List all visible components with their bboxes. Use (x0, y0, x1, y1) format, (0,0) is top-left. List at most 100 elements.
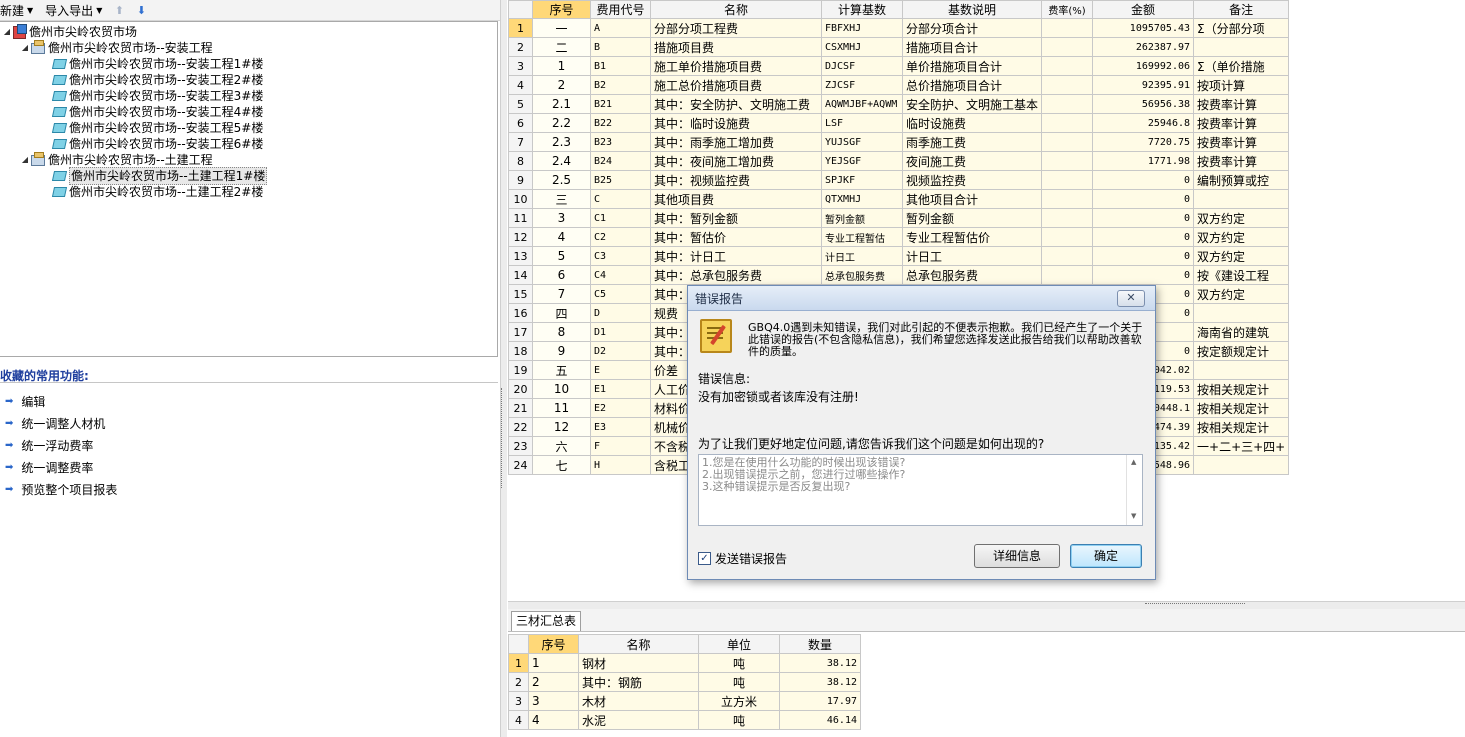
column-header[interactable]: 备注 (1193, 0, 1290, 19)
table-cell-code[interactable]: E3 (590, 417, 651, 437)
row-number[interactable]: 24 (508, 455, 533, 475)
tree-node-item[interactable]: 儋州市尖岭农贸市场--安装工程6#楼 (51, 136, 263, 152)
table-cell-rate[interactable] (1041, 208, 1094, 228)
table-cell-seq[interactable]: 4 (528, 710, 579, 730)
table-cell-amount[interactable]: 0 (1092, 265, 1195, 285)
table-cell-qty[interactable]: 17.97 (779, 691, 861, 711)
table-cell-desc[interactable]: 分部分项合计 (901, 18, 1043, 38)
table-cell-note[interactable]: 按相关规定计 (1193, 417, 1290, 437)
table-cell-seq[interactable]: 4 (532, 227, 591, 247)
table-cell-rate[interactable] (1041, 246, 1094, 266)
table-cell-note[interactable]: 双方约定 (1193, 208, 1290, 228)
column-header[interactable]: 金额 (1092, 0, 1195, 19)
table-cell-note[interactable]: 一+二+三+四+ (1193, 436, 1290, 456)
close-icon[interactable]: ✕ (1117, 290, 1145, 307)
favorite-item-edit[interactable]: ➡ 编辑 (5, 392, 45, 410)
table-cell-note[interactable] (1193, 37, 1290, 57)
row-number[interactable]: 2 (508, 672, 529, 692)
table-cell-desc[interactable]: 措施项目合计 (901, 37, 1043, 57)
table-cell-seq[interactable]: 1 (532, 56, 591, 76)
column-header[interactable]: 基数说明 (901, 0, 1043, 19)
table-cell-code[interactable]: C4 (590, 265, 651, 285)
column-header[interactable]: 数量 (779, 634, 861, 654)
table-row[interactable]: 13 5 C3 其中：计日工 计日工 计日工 0 双方约定 (508, 246, 1290, 266)
tree-node-civil[interactable]: ◢ 儋州市尖岭农贸市场--土建工程 (20, 151, 213, 168)
tree-node-item[interactable]: 儋州市尖岭农贸市场--安装工程2#楼 (51, 72, 263, 88)
table-row[interactable]: 2 二 B 措施项目费 CSXMHJ 措施项目合计 262387.97 (508, 37, 1290, 57)
table-cell-amount[interactable]: 92395.91 (1092, 75, 1195, 95)
ok-button[interactable]: 确定 (1070, 544, 1142, 568)
table-cell-desc[interactable]: 总价措施项目合计 (901, 75, 1043, 95)
row-number[interactable]: 18 (508, 341, 533, 361)
tree-node-item[interactable]: 儋州市尖岭农贸市场--安装工程4#楼 (51, 104, 263, 120)
table-cell-amount[interactable]: 262387.97 (1092, 37, 1195, 57)
table-cell-seq[interactable]: 12 (532, 417, 591, 437)
table-cell-desc[interactable]: 雨季施工费 (901, 132, 1043, 152)
table-cell-amount[interactable]: 0 (1092, 189, 1195, 209)
row-number[interactable]: 15 (508, 284, 533, 304)
table-cell-code[interactable]: C5 (590, 284, 651, 304)
table-cell-name[interactable]: 其中：安全防护、文明施工费 (650, 94, 822, 114)
table-cell-amount[interactable]: 0 (1092, 227, 1195, 247)
table-cell-name[interactable]: 其中：临时设施费 (650, 113, 822, 133)
table-cell-note[interactable]: 按定额规定计 (1193, 341, 1290, 361)
row-number[interactable]: 22 (508, 417, 533, 437)
table-cell-unit[interactable]: 立方米 (698, 691, 780, 711)
scroll-up-icon[interactable]: ▲ (1131, 458, 1136, 466)
table-cell-base[interactable]: ZJCSF (821, 75, 903, 95)
table-cell-seq[interactable]: 四 (532, 303, 591, 323)
table-cell-desc[interactable]: 夜间施工费 (901, 151, 1043, 171)
table-cell-seq[interactable]: 2.4 (532, 151, 591, 171)
table-cell-name[interactable]: 其中：视频监控费 (650, 170, 822, 190)
column-header[interactable]: 序号 (532, 0, 591, 19)
table-cell-desc[interactable]: 其他项目合计 (901, 189, 1043, 209)
table-row[interactable]: 2 2 其中：钢筋吨 38.12 (508, 672, 861, 692)
table-cell-code[interactable]: E (590, 360, 651, 380)
table-cell-note[interactable] (1193, 360, 1290, 380)
table-row[interactable]: 14 6 C4 其中：总承包服务费 总承包服务费 总承包服务费 0 按《建设工程 (508, 265, 1290, 285)
table-cell-seq[interactable]: 8 (532, 322, 591, 342)
table-cell-rate[interactable] (1041, 132, 1094, 152)
table-cell-base[interactable]: 计日工 (821, 246, 903, 266)
table-cell-name[interactable]: 钢材 (578, 653, 699, 673)
table-cell-name[interactable]: 施工单价措施项目费 (650, 56, 822, 76)
tree-node-item[interactable]: 儋州市尖岭农贸市场--土建工程2#楼 (51, 184, 263, 200)
table-cell-note[interactable]: 按费率计算 (1193, 113, 1290, 133)
table-cell-base[interactable]: YEJSGF (821, 151, 903, 171)
row-number[interactable]: 8 (508, 151, 533, 171)
table-row[interactable]: 12 4 C2 其中：暂估价 专业工程暂估 专业工程暂估价 0 双方约定 (508, 227, 1290, 247)
table-cell-code[interactable]: H (590, 455, 651, 475)
table-cell-unit[interactable]: 吨 (698, 710, 780, 730)
table-cell-seq[interactable]: 七 (532, 455, 591, 475)
table-cell-name[interactable]: 其他项目费 (650, 189, 822, 209)
table-cell-code[interactable]: D1 (590, 322, 651, 342)
table-cell-code[interactable]: C1 (590, 208, 651, 228)
splitter-grip[interactable] (1145, 603, 1245, 607)
table-cell-code[interactable]: B2 (590, 75, 651, 95)
favorite-item-adjust-rate[interactable]: ➡ 统一调整费率 (5, 458, 93, 476)
table-cell-seq[interactable]: 六 (532, 436, 591, 456)
collapse-icon[interactable]: ◢ (2, 24, 12, 40)
table-cell-code[interactable]: B (590, 37, 651, 57)
textarea-scrollbar[interactable]: ▲ ▼ (1126, 455, 1142, 525)
table-row[interactable]: 5 2.1 B21 其中：安全防护、文明施工费 AQWMJBF+AQWM 安全防护、文明施… (508, 94, 1290, 114)
table-cell-seq[interactable]: 2.2 (532, 113, 591, 133)
table-row[interactable]: 1 1 钢材吨 38.12 (508, 653, 861, 673)
row-number[interactable]: 1 (508, 653, 529, 673)
table-cell-note[interactable]: Σ（分部分项 (1193, 18, 1290, 38)
table-cell-name[interactable]: 分部分项工程费 (650, 18, 822, 38)
table-cell-note[interactable]: 按项计算 (1193, 75, 1290, 95)
table-cell-desc[interactable]: 视频监控费 (901, 170, 1043, 190)
table-cell-desc[interactable]: 专业工程暂估价 (901, 227, 1043, 247)
table-cell-base[interactable]: DJCSF (821, 56, 903, 76)
favorite-item-preview-report[interactable]: ➡ 预览整个项目报表 (5, 480, 117, 498)
table-cell-base[interactable]: 总承包服务费 (821, 265, 903, 285)
column-header[interactable]: 名称 (650, 0, 822, 19)
table-cell-seq[interactable]: 2 (532, 75, 591, 95)
table-cell-name[interactable]: 木材 (578, 691, 699, 711)
table-cell-base[interactable]: YUJSGF (821, 132, 903, 152)
checkmark-icon[interactable]: ✓ (698, 552, 711, 565)
table-cell-seq[interactable]: 1 (528, 653, 579, 673)
table-cell-name[interactable]: 其中：总承包服务费 (650, 265, 822, 285)
tree-node-root[interactable]: ◢ 儋州市尖岭农贸市场 (2, 23, 137, 40)
